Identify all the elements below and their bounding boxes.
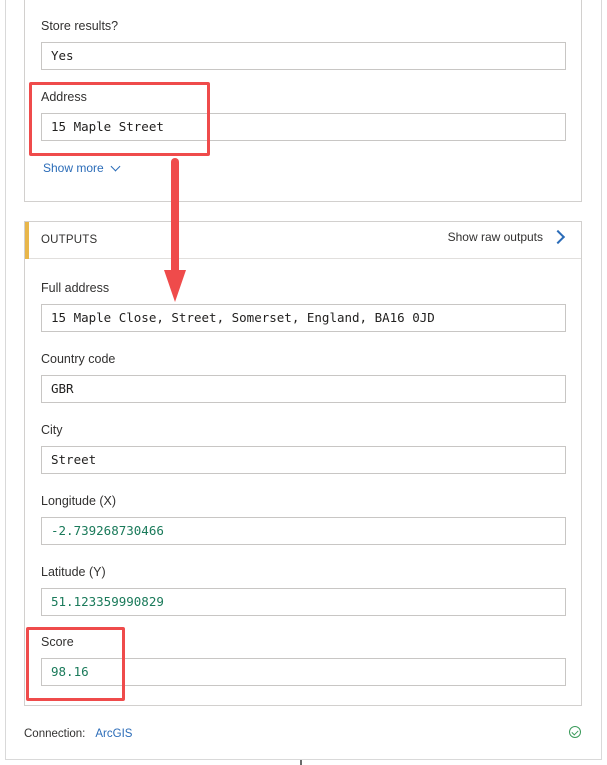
annotation-arrow-icon bbox=[164, 158, 186, 302]
connection-label: Connection: bbox=[24, 728, 86, 740]
store-results-label: Store results? bbox=[41, 19, 119, 33]
address-highlight-box bbox=[29, 82, 210, 156]
show-raw-outputs-button[interactable]: Show raw outputs bbox=[447, 229, 566, 245]
chevron-right-icon bbox=[550, 229, 566, 245]
country-code-field[interactable]: GBR bbox=[41, 375, 566, 403]
longitude-field[interactable]: -2.739268730466 bbox=[41, 517, 566, 545]
outputs-accent-bar bbox=[25, 222, 29, 259]
outputs-title: OUTPUTS bbox=[41, 234, 98, 246]
store-results-field[interactable]: Yes bbox=[41, 42, 566, 70]
city-field[interactable]: Street bbox=[41, 446, 566, 474]
divider-tick bbox=[300, 760, 302, 765]
full-address-label: Full address bbox=[41, 281, 110, 295]
chevron-down-icon bbox=[110, 161, 121, 171]
longitude-label: Longitude (X) bbox=[41, 494, 117, 508]
latitude-label: Latitude (Y) bbox=[41, 565, 106, 579]
outputs-header: OUTPUTS Show raw outputs bbox=[25, 222, 581, 259]
city-label: City bbox=[41, 423, 63, 437]
show-raw-outputs-label: Show raw outputs bbox=[447, 230, 543, 244]
full-address-field[interactable]: 15 Maple Close, Street, Somerset, Englan… bbox=[41, 304, 566, 332]
score-highlight-box bbox=[26, 627, 125, 701]
country-code-label: Country code bbox=[41, 352, 116, 366]
connection-info: Connection: ArcGIS bbox=[24, 728, 132, 740]
latitude-field[interactable]: 51.123359990829 bbox=[41, 588, 566, 616]
show-more-label: Show more bbox=[43, 161, 104, 175]
show-more-link[interactable]: Show more bbox=[43, 161, 121, 175]
check-circle-icon bbox=[569, 726, 581, 738]
connection-name-link[interactable]: ArcGIS bbox=[95, 728, 132, 740]
